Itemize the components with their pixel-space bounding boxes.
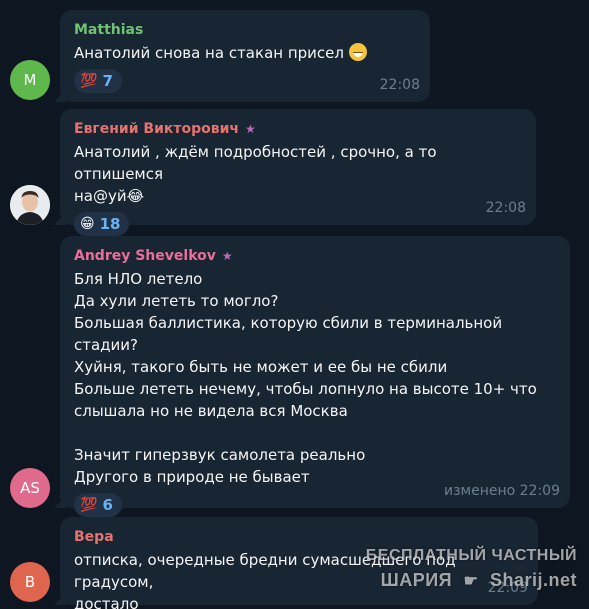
hundred-points-icon: 💯: [80, 73, 98, 89]
user-photo-avatar: [10, 185, 50, 225]
reaction-button[interactable]: 😁 18: [74, 212, 130, 236]
message-timestamp: 22:08: [485, 200, 526, 216]
avatar-initials: AS: [20, 479, 40, 497]
star-icon: ★: [245, 122, 256, 136]
star-icon: ★: [221, 249, 233, 263]
watermark: БЕСПЛАТНЫЙ ЧАСТНЫЙ ШАРИЯ ☛ Sharij.net: [366, 544, 577, 594]
message-text: Анатолий снова на стакан присел: [74, 42, 418, 64]
sender-name[interactable]: Matthias: [74, 20, 418, 40]
reaction-button[interactable]: 💯 7: [74, 69, 122, 93]
message-item[interactable]: AS Andrey Shevelkov ★ Бля НЛО летело Да …: [0, 236, 589, 517]
grinning-face-icon: 😁: [80, 216, 95, 232]
message-bubble[interactable]: Matthias Анатолий снова на стакан присел…: [60, 10, 430, 102]
chat-view[interactable]: M Matthias Анатолий снова на стакан прис…: [0, 0, 589, 609]
message-timestamp: 22:08: [379, 77, 420, 93]
sender-name[interactable]: Евгений Викторович ★: [74, 119, 524, 139]
message-timestamp: изменено 22:09: [444, 483, 560, 499]
hundred-points-icon: 💯: [80, 497, 98, 513]
message-item[interactable]: Евгений Викторович ★ Анатолий , ждём под…: [0, 109, 589, 236]
reaction-count: 7: [102, 72, 113, 90]
reaction-button[interactable]: 💯 6: [74, 493, 122, 517]
avatar-initials: B: [24, 573, 36, 591]
avatar[interactable]: [10, 185, 50, 225]
message-item[interactable]: M Matthias Анатолий снова на стакан прис…: [0, 10, 589, 102]
avatar[interactable]: B: [10, 562, 50, 602]
avatar[interactable]: M: [10, 60, 50, 100]
message-text: Бля НЛО летело Да хули лететь то могло? …: [74, 270, 537, 486]
sender-name[interactable]: Andrey Shevelkov ★: [74, 246, 558, 266]
avatar[interactable]: AS: [10, 468, 50, 508]
message-bubble[interactable]: Евгений Викторович ★ Анатолий , ждём под…: [60, 109, 536, 236]
reaction-count: 6: [102, 496, 113, 514]
message-text: Анатолий , ждём подробностей , срочно, а…: [74, 143, 437, 205]
laughing-face-icon: 😂: [126, 187, 145, 205]
reaction-count: 18: [99, 215, 121, 233]
watermark-line-2: ШАРИЯ ☛ Sharij.net: [366, 568, 577, 594]
message-bubble[interactable]: Andrey Shevelkov ★ Бля НЛО летело Да хул…: [60, 236, 570, 517]
avatar-initials: M: [23, 71, 37, 89]
pointing-hand-icon: ☛: [463, 573, 479, 590]
watermark-line-1: БЕСПЛАТНЫЙ ЧАСТНЫЙ: [365, 547, 577, 564]
grinning-face-icon: [348, 43, 367, 61]
